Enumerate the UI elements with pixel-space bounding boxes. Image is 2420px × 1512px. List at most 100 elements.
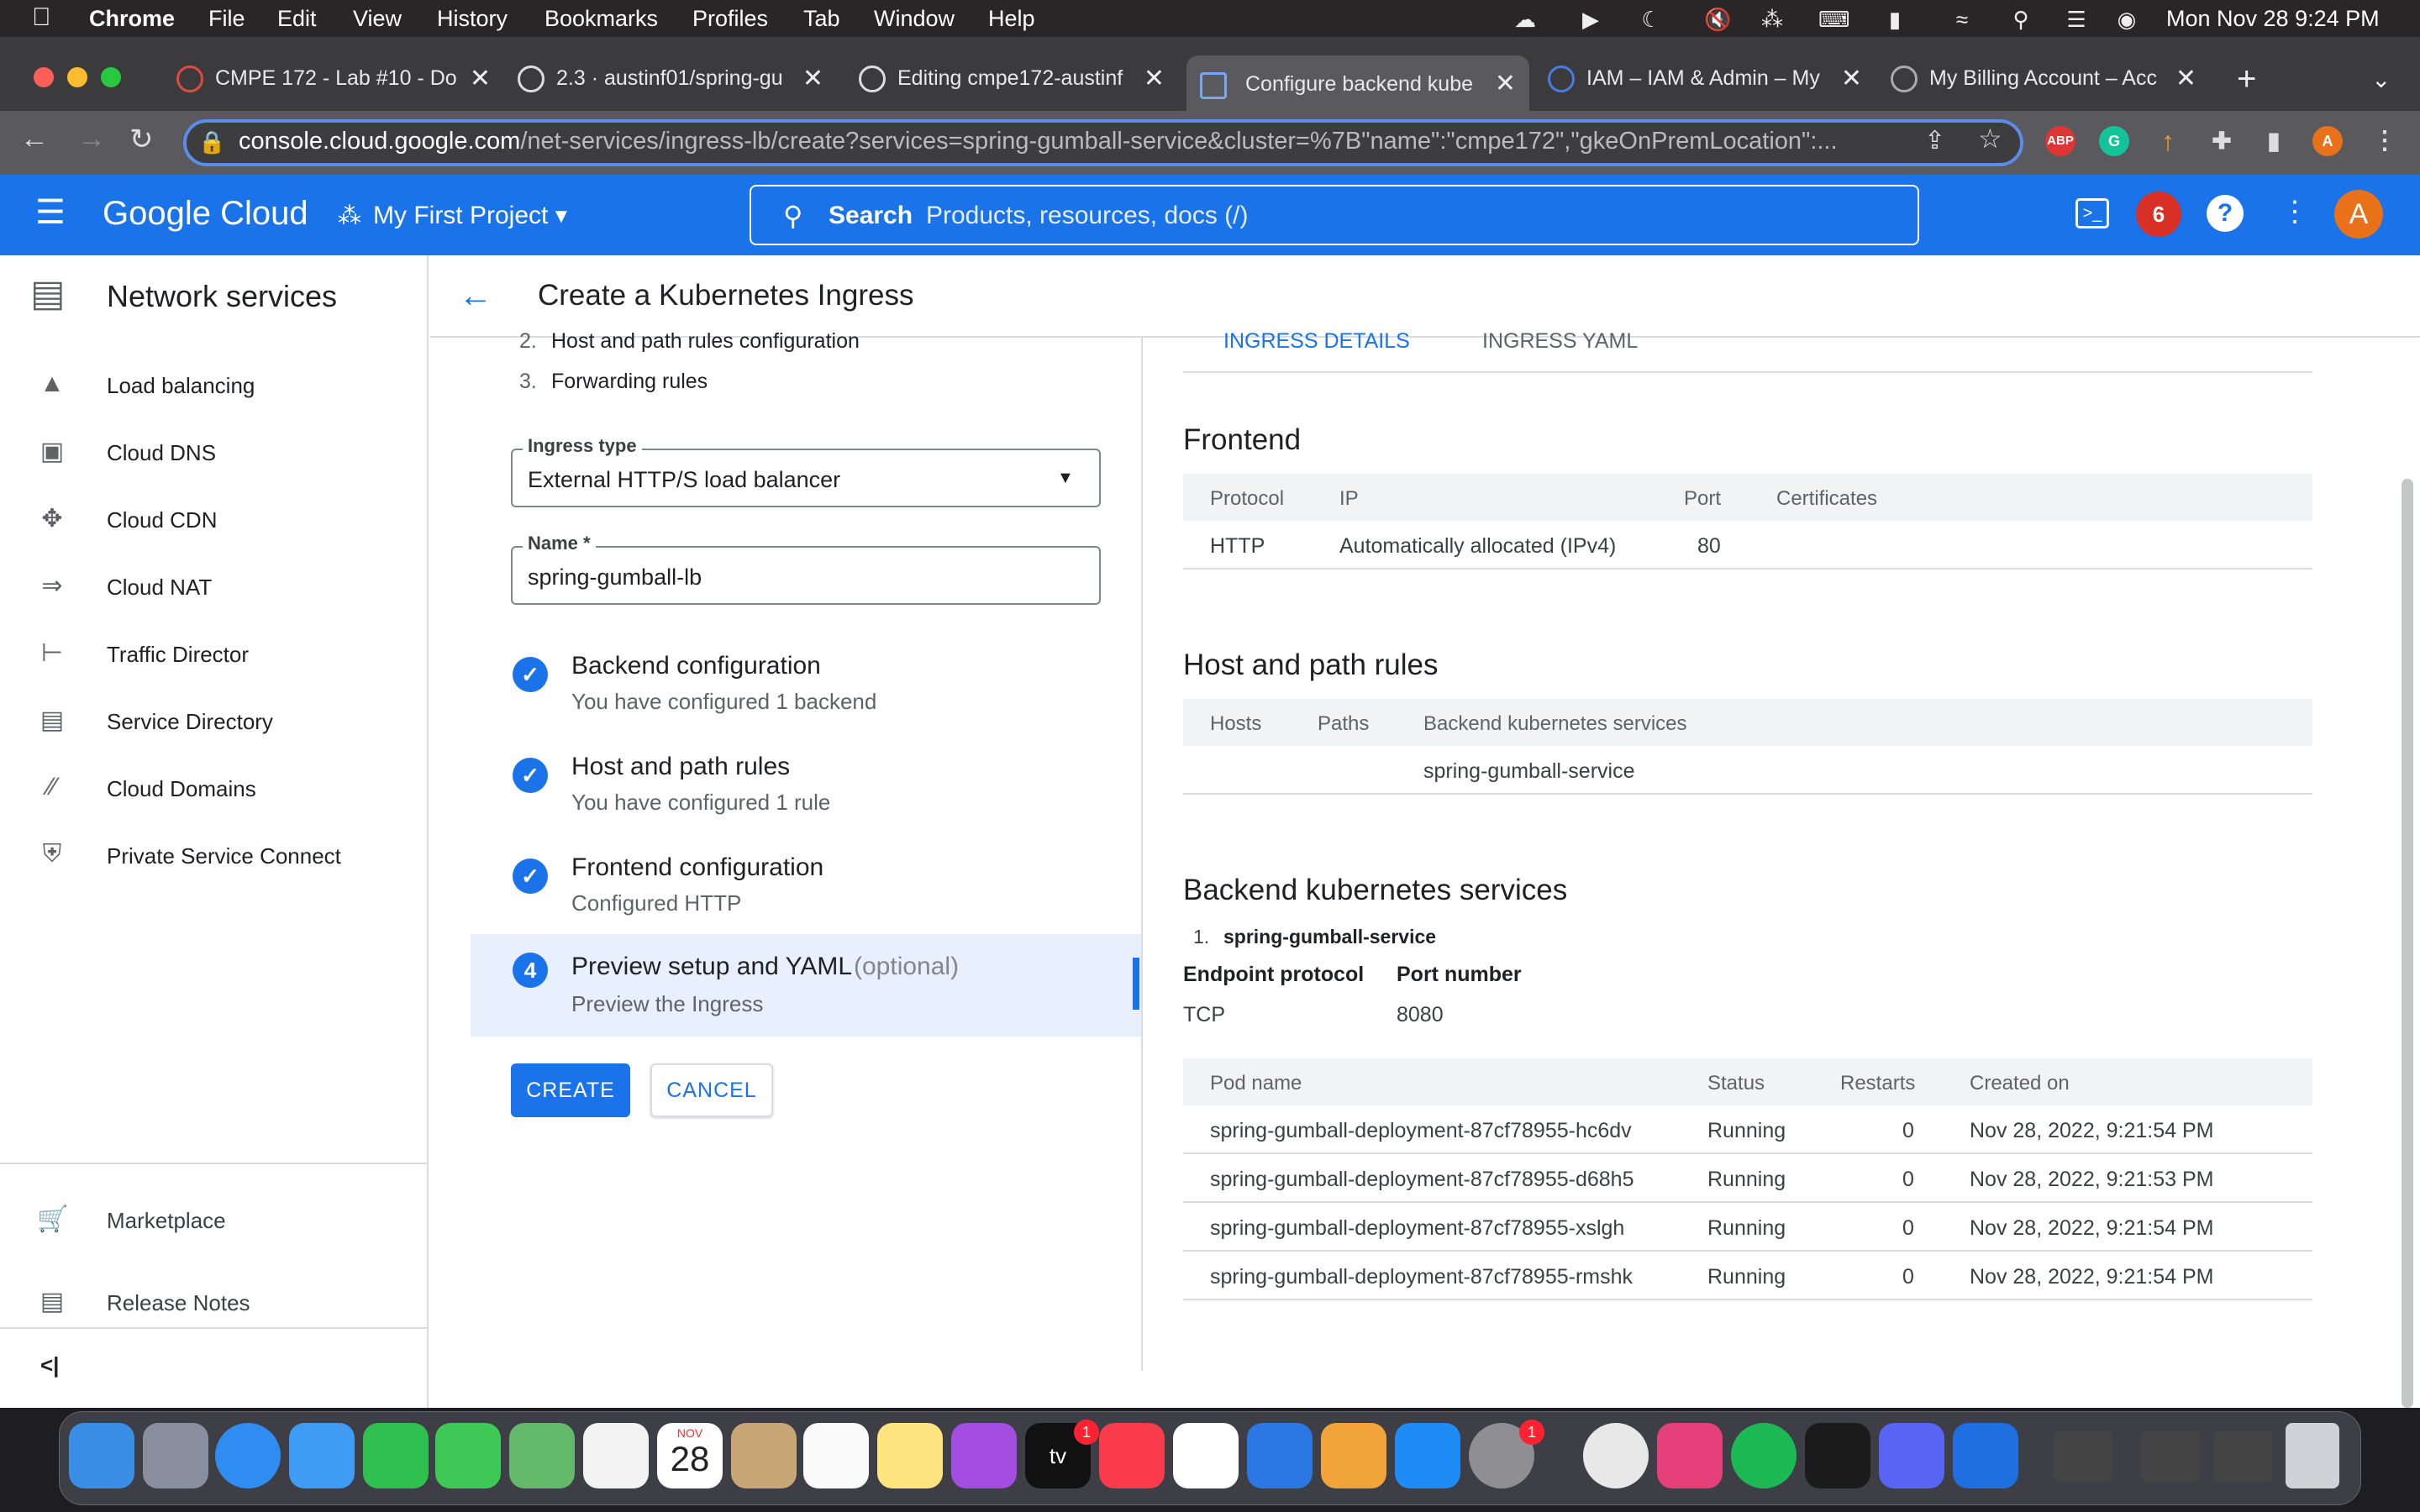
apple-icon[interactable]:  xyxy=(32,3,51,32)
messages-icon[interactable] xyxy=(435,1423,501,1488)
chevron-down-icon[interactable]: ▼ xyxy=(551,205,571,228)
lock-icon[interactable]: 🔒 xyxy=(198,129,225,155)
bluetooth-icon[interactable]: ⁂ xyxy=(1760,7,1785,32)
app-store-icon[interactable] xyxy=(1395,1423,1460,1488)
close-icon[interactable]: ✕ xyxy=(1144,64,1165,93)
pin-extension-icon[interactable]: ↑ xyxy=(2153,126,2183,156)
search-input[interactable]: ⚲ Search Products, resources, docs (/) xyxy=(750,185,1919,245)
numbers-icon[interactable] xyxy=(1173,1423,1239,1488)
step-frontend-config[interactable]: ✓ Frontend configuration Configured HTTP xyxy=(471,842,1059,934)
ingress-type-select[interactable]: External HTTP/S load balancer ▼ xyxy=(511,449,1101,507)
more-options-icon[interactable]: ⋮ xyxy=(2281,195,2309,228)
tab-iam[interactable]: IAM – IAM & Admin – My ✕ xyxy=(1548,52,1867,106)
menu-file[interactable]: File xyxy=(208,6,245,32)
photos-icon[interactable] xyxy=(583,1423,649,1488)
new-tab-button[interactable]: + xyxy=(2237,60,2256,98)
create-button[interactable]: CREATE xyxy=(511,1063,630,1117)
sidebar-item-release-notes[interactable]: ▤ Release Notes xyxy=(0,1277,427,1327)
page-scrollbar[interactable] xyxy=(2402,479,2413,1408)
spotify-icon[interactable] xyxy=(1731,1423,1797,1488)
menu-tab[interactable]: Tab xyxy=(803,6,840,32)
share-icon[interactable]: ⇪ xyxy=(1924,126,1945,155)
minimized-window-thumb[interactable] xyxy=(2213,1431,2272,1482)
toc-forwarding-link[interactable]: Forwarding rules xyxy=(551,370,708,394)
finder-icon[interactable] xyxy=(69,1423,134,1488)
sidebar-item-service-directory[interactable]: ▤ Service Directory xyxy=(0,696,427,746)
siri-icon[interactable]: ◉ xyxy=(2114,7,2139,32)
podcasts-icon[interactable] xyxy=(951,1423,1017,1488)
sidebar-item-marketplace[interactable]: 🛒 Marketplace xyxy=(0,1194,427,1245)
safari-icon[interactable] xyxy=(215,1423,281,1488)
sidebar-item-cloud-dns[interactable]: ▣ Cloud DNS xyxy=(0,427,427,477)
tab-ingress-details[interactable]: INGRESS DETAILS xyxy=(1223,329,1410,354)
google-cloud-logo[interactable]: Google Cloud xyxy=(103,195,308,233)
sidebar-item-private-service-connect[interactable]: ⛨ Private Service Connect xyxy=(0,830,427,880)
keyboard-icon[interactable]: ⌨ xyxy=(1818,7,1850,32)
bookmark-star-icon[interactable]: ☆ xyxy=(1978,123,2002,155)
close-icon[interactable]: ✕ xyxy=(802,64,823,93)
menu-view[interactable]: View xyxy=(353,6,402,32)
maps-icon[interactable] xyxy=(509,1423,575,1488)
wifi-icon[interactable]: ≈ xyxy=(1949,7,1975,32)
reminders-icon[interactable] xyxy=(803,1423,869,1488)
creative-cloud-icon[interactable]: ☁ xyxy=(1512,7,1538,32)
hamburger-menu-icon[interactable]: ☰ xyxy=(35,193,66,232)
gc-avatar[interactable]: A xyxy=(2334,190,2383,239)
profile-avatar[interactable]: A xyxy=(2312,126,2343,156)
menu-app-name[interactable]: Chrome xyxy=(89,6,175,32)
close-icon[interactable]: ✕ xyxy=(2175,64,2196,93)
tab-lab10[interactable]: CMPE 172 - Lab #10 - Do ✕ xyxy=(176,52,496,106)
forward-arrow-icon[interactable]: → xyxy=(77,123,106,155)
close-icon[interactable]: ✕ xyxy=(1841,64,1862,93)
tab-search-chevron-icon[interactable]: ⌄ xyxy=(2371,66,2391,93)
back-arrow-icon[interactable]: ← xyxy=(20,123,49,155)
trash-icon[interactable] xyxy=(2286,1423,2339,1488)
menu-bookmarks[interactable]: Bookmarks xyxy=(544,6,658,32)
tab-spring-gumball[interactable]: 2.3 · austinf01/spring-gu ✕ xyxy=(518,52,829,106)
news-icon[interactable] xyxy=(1099,1423,1165,1488)
close-icon[interactable]: ✕ xyxy=(1495,69,1516,98)
step-host-path-rules[interactable]: ✓ Host and path rules You have configure… xyxy=(471,741,1059,833)
xcode-icon[interactable] xyxy=(1953,1423,2018,1488)
sidebar-item-cloud-domains[interactable]: ⁄⁄ Cloud Domains xyxy=(0,763,427,813)
cancel-button[interactable]: CANCEL xyxy=(650,1063,773,1117)
url-text[interactable]: console.cloud.google.com/net-services/in… xyxy=(239,128,1911,155)
side-panel-icon[interactable]: ▮ xyxy=(2259,126,2289,156)
intellij-icon[interactable] xyxy=(1657,1423,1723,1488)
step-preview[interactable]: 4 Preview setup and YAML (optional) Prev… xyxy=(471,934,1141,1037)
project-picker[interactable]: My First Project xyxy=(373,202,548,230)
launchpad-icon[interactable] xyxy=(143,1423,208,1488)
spotlight-icon[interactable]: ⚲ xyxy=(2008,7,2033,32)
moon-icon[interactable]: ☾ xyxy=(1639,7,1664,32)
sidebar-item-load-balancing[interactable]: ▲ Load balancing xyxy=(0,360,427,410)
adblock-icon[interactable]: ABP xyxy=(2045,126,2075,156)
sidebar-item-traffic-director[interactable]: ⊢ Traffic Director xyxy=(0,628,427,679)
chrome-menu-icon[interactable]: ⋮ xyxy=(2370,126,2400,156)
reload-icon[interactable]: ↻ xyxy=(129,123,154,156)
back-arrow-icon[interactable]: ← xyxy=(459,277,492,315)
discord-icon[interactable] xyxy=(1879,1423,1944,1488)
facetime-icon[interactable] xyxy=(363,1423,429,1488)
mail-icon[interactable] xyxy=(289,1423,355,1488)
tab-editing-cmpe172[interactable]: Editing cmpe172-austinf ✕ xyxy=(859,52,1170,106)
terminal-icon[interactable] xyxy=(1805,1423,1870,1488)
control-center-icon[interactable]: ☰ xyxy=(2064,7,2089,32)
cloud-shell-icon[interactable]: >_ xyxy=(2075,198,2109,228)
window-zoom-button[interactable] xyxy=(101,67,121,87)
grammarly-icon[interactable]: G xyxy=(2099,126,2129,156)
sidebar-item-cloud-nat[interactable]: ⇒ Cloud NAT xyxy=(0,561,427,612)
sidebar-item-cloud-cdn[interactable]: ✥ Cloud CDN xyxy=(0,494,427,544)
tab-ingress-yaml[interactable]: INGRESS YAML xyxy=(1482,329,1638,354)
minimized-window-thumb[interactable] xyxy=(2141,1431,2200,1482)
notes-icon[interactable] xyxy=(877,1423,943,1488)
notifications-badge[interactable]: 6 xyxy=(2136,192,2181,237)
calendar-icon[interactable]: NOV 28 xyxy=(657,1423,723,1488)
contacts-icon[interactable] xyxy=(731,1423,797,1488)
pages-icon[interactable] xyxy=(1321,1423,1386,1488)
toc-host-path-link[interactable]: Host and path rules configuration xyxy=(551,329,860,354)
step-backend-config[interactable]: ✓ Backend configuration You have configu… xyxy=(471,640,1059,732)
mute-icon[interactable]: 🔇 xyxy=(1704,7,1731,32)
menu-help[interactable]: Help xyxy=(988,6,1035,32)
menu-history[interactable]: History xyxy=(437,6,508,32)
battery-icon[interactable]: ▮ xyxy=(1882,7,1907,32)
